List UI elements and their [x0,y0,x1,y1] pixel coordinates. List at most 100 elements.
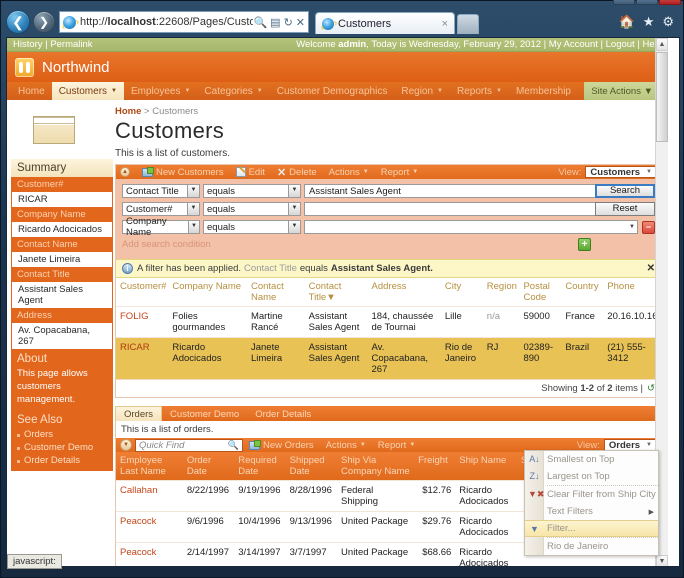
column-header-company-name[interactable]: Company Name [168,278,247,307]
cell-employee-last-name[interactable]: Peacock [116,511,183,543]
column-header-phone[interactable]: Phone [603,278,661,307]
nav-item-reports[interactable]: Reports ▼ [450,82,509,100]
nav-item-employees[interactable]: Employees ▼ [124,82,197,100]
sidebar-link-orders[interactable]: Orders [11,428,113,442]
quick-find-input[interactable]: Quick Find 🔍 [135,438,243,452]
stop-icon[interactable]: ✕ [296,16,305,29]
sidebar-link-order-details[interactable]: Order Details [11,454,113,468]
reset-button[interactable]: Reset [595,202,655,216]
delete-button[interactable]: ✕ Delete [271,166,323,179]
search-icon[interactable]: 🔍 [253,16,267,29]
filter-operator-select-1[interactable]: equals ▼ [203,184,301,198]
filter-operator-select-3[interactable]: equals ▼ [203,220,301,234]
filter-field-select-1[interactable]: Contact Title ▼ [122,184,200,198]
view-selector[interactable]: View: Customers ▼ [558,166,657,178]
menu-item-clear-filter[interactable]: ▼✖ Clear Filter from Ship City [525,486,658,503]
filter-value-input-1[interactable]: Assistant Sales Agent▼✖▼ [304,184,638,198]
close-window-button[interactable] [659,0,681,5]
history-link[interactable]: History [13,39,43,50]
filter-field-select-2[interactable]: Customer# ▼ [122,202,200,216]
close-icon[interactable]: × [434,18,448,30]
new-orders-button[interactable]: New Orders [243,439,320,451]
filter-value-input-3[interactable]: ▼ [304,220,638,234]
add-condition-icon[interactable]: + [578,238,591,251]
collapse-chevron-icon[interactable]: ▲ [120,167,130,177]
column-header-required-date[interactable]: Required Date [234,452,286,481]
column-header-ship-name[interactable]: Ship Name [455,452,517,481]
actions-menu-button[interactable]: Actions ▼ [323,167,375,178]
view-dropdown[interactable]: Customers ▼ [585,166,657,178]
address-bar[interactable]: http://localhost:22608/Pages/Customers.a… [59,11,309,33]
compatibility-view-icon[interactable]: ▤ [270,16,280,29]
column-header-ship-via-company-name[interactable]: Ship Via Company Name [337,452,415,481]
home-icon[interactable]: 🏠 [619,14,635,30]
star-icon[interactable]: ★ [643,14,655,30]
remove-condition-icon[interactable]: − [642,220,655,234]
column-header-contact-name[interactable]: Contact Name [246,278,305,307]
column-header-customer-number[interactable]: Customer# [116,278,169,307]
cell-customer-number[interactable]: RICAR [116,337,169,379]
cell-employee-last-name[interactable]: Callahan [116,480,183,512]
nav-item-region[interactable]: Region ▼ [394,82,450,100]
refresh-icon[interactable]: ↺ [647,383,655,394]
chevron-down-icon[interactable]: ▼ [629,224,635,230]
maximize-button[interactable] [636,0,658,5]
nav-item-categories[interactable]: Categories ▼ [197,82,269,100]
scroll-down-button[interactable]: ▼ [656,555,668,566]
address-bar-icons[interactable]: 🔍 ▤ ↻ ✕ [253,16,305,29]
filter-value-input-2[interactable]: ▼ [304,202,638,216]
column-header-contact-title[interactable]: Contact Title▼ [304,278,368,307]
nav-item-customer-demographics[interactable]: Customer Demographics [270,82,395,100]
new-tab-button[interactable] [457,14,479,34]
menu-item-smallest-on-top[interactable]: A↓ Smallest on Top [525,451,658,468]
refresh-icon[interactable]: ↻ [284,16,293,29]
gear-icon[interactable]: ⚙ [662,14,674,30]
site-actions-button[interactable]: Site Actions ▼ [584,82,660,100]
add-search-condition-label[interactable]: Add search condition [122,239,578,250]
search-icon[interactable]: 🔍 [228,440,239,451]
column-header-order-date[interactable]: Order Date [182,452,235,481]
back-arrow-icon[interactable]: ❮ [6,10,30,34]
column-header-employee-last-name[interactable]: Employee Last Name [116,452,183,481]
permalink-link[interactable]: Permalink [50,39,92,50]
menu-item-rio-de-janeiro[interactable]: Rio de Janeiro [525,538,658,555]
menu-item-filter[interactable]: ▼ Filter... [525,520,658,537]
collapse-chevron-icon[interactable]: ▼ [120,439,132,451]
menu-item-largest-on-top[interactable]: Z↓ Largest on Top [525,468,658,485]
forward-arrow-icon[interactable]: ❯ [33,11,55,33]
ship-city-context-menu[interactable]: A↓ Smallest on Top Z↓ Largest on Top ▼✖ Cle… [524,450,659,556]
report-menu-button[interactable]: Report ▼ [375,167,424,178]
cell-customer-number[interactable]: FOLIG [116,306,169,338]
close-icon[interactable]: ✕ [647,263,655,274]
column-header-shipped-date[interactable]: Shipped Date [285,452,338,481]
nav-item-customers[interactable]: Customers ▼ [51,82,124,100]
search-button[interactable]: Search [595,184,655,198]
browser-tab-customers[interactable]: Customers × [315,12,455,34]
column-header-postal-code[interactable]: Postal Code [519,278,562,307]
scroll-up-button[interactable]: ▲ [656,38,668,51]
breadcrumb-home[interactable]: Home [115,106,141,117]
my-account-link[interactable]: My Account [549,39,598,50]
cell-employee-last-name[interactable]: Peacock [116,542,183,566]
nav-item-membership[interactable]: Membership [509,82,578,100]
table-row[interactable]: RICAR Ricardo Adocicados Janete Limeira … [116,337,661,379]
column-header-address[interactable]: Address [367,278,441,307]
sidebar-link-customer-demo[interactable]: Customer Demo [11,441,113,455]
tab-order-details[interactable]: Order Details [247,406,319,421]
nav-item-home[interactable]: Home [11,82,52,100]
edit-button[interactable]: Edit [230,167,271,178]
filter-operator-select-2[interactable]: equals ▼ [203,202,301,216]
menu-item-text-filters[interactable]: Text Filters ▶ [525,503,658,520]
logout-link[interactable]: Logout [606,39,635,50]
new-customers-button[interactable]: New Customers [136,166,230,178]
tab-customer-demo[interactable]: Customer Demo [162,406,247,421]
window-controls[interactable] [613,0,681,5]
column-header-region[interactable]: Region [482,278,520,307]
column-header-country[interactable]: Country [561,278,604,307]
scrollbar-thumb[interactable] [656,52,668,142]
minimize-button[interactable] [613,0,635,5]
table-row[interactable]: FOLIG Folies gourmandes Martine Rancé As… [116,306,661,338]
tab-orders[interactable]: Orders [115,406,163,421]
orders-actions-menu-button[interactable]: Actions ▼ [320,440,372,451]
column-header-freight[interactable]: Freight [414,452,456,481]
